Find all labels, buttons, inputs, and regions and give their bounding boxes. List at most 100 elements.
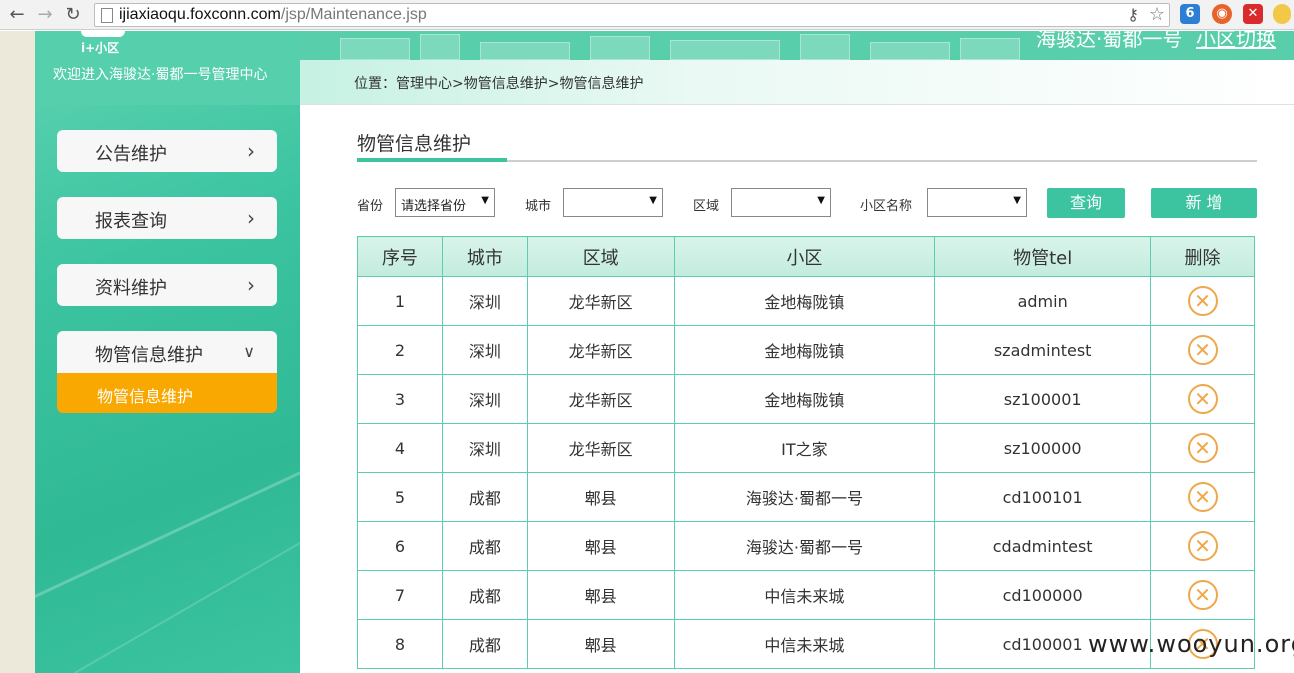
sidebar-item-label: 报表查询 bbox=[95, 211, 167, 232]
url-path: /jsp/Maintenance.jsp bbox=[280, 6, 427, 23]
delete-icon[interactable]: ✕ bbox=[1187, 580, 1218, 610]
add-button[interactable]: 新 增 bbox=[1151, 188, 1257, 218]
row-district: 龙华新区 bbox=[526, 374, 675, 424]
column-header: 物管tel bbox=[934, 236, 1152, 277]
delete-icon[interactable]: ✕ bbox=[1187, 482, 1218, 512]
community-name: 海骏达·蜀都一号 bbox=[1036, 31, 1183, 51]
row-community: 金地梅陇镇 bbox=[673, 276, 936, 326]
table-row: 3 深圳 龙华新区 金地梅陇镇 sz100001 ✕ bbox=[357, 374, 1255, 424]
extension-icon[interactable]: ✕ bbox=[1243, 4, 1263, 24]
address-bar[interactable]: ijiaxiaoqu.foxconn.com/jsp/Maintenance.j… bbox=[94, 3, 1170, 27]
delete-cell: ✕ bbox=[1150, 423, 1255, 473]
row-community: 海骏达·蜀都一号 bbox=[673, 521, 936, 571]
row-tel: cd100000 bbox=[934, 570, 1152, 620]
building-decoration bbox=[960, 38, 1020, 60]
reload-icon[interactable]: ↻ bbox=[62, 4, 84, 26]
sidebar-item-announcements[interactable]: 公告维护 › bbox=[57, 130, 277, 172]
building-decoration bbox=[870, 42, 950, 60]
caret-down-icon: ▼ bbox=[649, 195, 657, 206]
row-district: 郫县 bbox=[526, 472, 675, 522]
row-district: 郫县 bbox=[526, 619, 675, 669]
sidebar: i+小区 欢迎进入海骏达·蜀都一号管理中心 公告维护 › 报表查询 › 资料维护… bbox=[35, 31, 300, 673]
row-city: 深圳 bbox=[441, 325, 528, 375]
welcome-text: 欢迎进入海骏达·蜀都一号管理中心 bbox=[53, 67, 268, 83]
row-city: 成都 bbox=[441, 619, 528, 669]
table-row: 6 成都 郫县 海骏达·蜀都一号 cdadmintest ✕ bbox=[357, 521, 1255, 571]
chevron-down-icon: ∨ bbox=[243, 342, 255, 361]
row-district: 龙华新区 bbox=[526, 276, 675, 326]
row-tel: sz100001 bbox=[934, 374, 1152, 424]
row-index: 7 bbox=[357, 570, 443, 620]
district-label: 区域 bbox=[693, 199, 720, 214]
table-row: 7 成都 郫县 中信未来城 cd100000 ✕ bbox=[357, 570, 1255, 620]
column-header: 城市 bbox=[441, 236, 528, 277]
browser-toolbar: ← → ↻ ijiaxiaoqu.foxconn.com/jsp/Mainten… bbox=[0, 0, 1294, 30]
logo-text: i+小区 bbox=[81, 41, 120, 55]
row-city: 深圳 bbox=[441, 276, 528, 326]
delete-icon[interactable]: ✕ bbox=[1187, 286, 1218, 316]
row-community: 中信未来城 bbox=[673, 619, 936, 669]
row-district: 郫县 bbox=[526, 570, 675, 620]
row-community: IT之家 bbox=[673, 423, 936, 473]
table-header-row: 序号 城市 区域 小区 物管tel 删除 bbox=[357, 236, 1255, 277]
query-button[interactable]: 查询 bbox=[1047, 188, 1125, 218]
delete-icon[interactable]: ✕ bbox=[1187, 531, 1218, 561]
city-label: 城市 bbox=[525, 199, 552, 214]
watermark: www.wooyun.org bbox=[1088, 630, 1294, 658]
delete-cell: ✕ bbox=[1150, 374, 1255, 424]
caret-down-icon: ▼ bbox=[481, 195, 489, 206]
delete-icon[interactable]: ✕ bbox=[1187, 335, 1218, 365]
forward-arrow-icon[interactable]: → bbox=[34, 4, 56, 26]
province-select[interactable]: 请选择省份 ▼ bbox=[395, 188, 495, 217]
extension-icon[interactable] bbox=[1273, 4, 1291, 24]
city-select[interactable]: ▼ bbox=[563, 188, 663, 217]
delete-cell: ✕ bbox=[1150, 472, 1255, 522]
row-district: 郫县 bbox=[526, 521, 675, 571]
switch-community-link[interactable]: 小区切换 bbox=[1196, 31, 1276, 52]
row-city: 深圳 bbox=[441, 374, 528, 424]
top-banner: 海骏达·蜀都一号 小区切换 bbox=[300, 31, 1294, 60]
district-select[interactable]: ▼ bbox=[731, 188, 831, 217]
bookmark-star-icon[interactable]: ☆ bbox=[1149, 4, 1165, 25]
table-row: 5 成都 郫县 海骏达·蜀都一号 cd100101 ✕ bbox=[357, 472, 1255, 522]
column-header: 删除 bbox=[1150, 236, 1255, 277]
sidebar-item-label: 物管信息维护 bbox=[95, 345, 203, 366]
delete-cell: ✕ bbox=[1150, 276, 1255, 326]
row-community: 金地梅陇镇 bbox=[673, 325, 936, 375]
back-arrow-icon[interactable]: ← bbox=[6, 4, 28, 26]
building-decoration bbox=[420, 34, 460, 60]
logo bbox=[81, 31, 125, 37]
row-city: 成都 bbox=[441, 570, 528, 620]
delete-icon[interactable]: ✕ bbox=[1187, 433, 1218, 463]
row-district: 龙华新区 bbox=[526, 423, 675, 473]
breadcrumb-bar: 位置：管理中心>物管信息维护>物管信息维护 bbox=[300, 60, 1294, 105]
table-row: 2 深圳 龙华新区 金地梅陇镇 szadmintest ✕ bbox=[357, 325, 1255, 375]
extension-icon[interactable]: ◉ bbox=[1212, 4, 1232, 24]
province-select-value: 请选择省份 bbox=[401, 199, 467, 214]
row-index: 1 bbox=[357, 276, 443, 326]
column-header: 小区 bbox=[673, 236, 936, 277]
sidebar-item-property-info[interactable]: 物管信息维护 ∨ bbox=[57, 331, 277, 373]
row-city: 深圳 bbox=[441, 423, 528, 473]
chevron-right-icon: › bbox=[247, 206, 255, 230]
row-city: 成都 bbox=[441, 521, 528, 571]
delete-cell: ✕ bbox=[1150, 325, 1255, 375]
breadcrumb: 位置：管理中心>物管信息维护>物管信息维护 bbox=[354, 76, 644, 92]
url-text: ijiaxiaoqu.foxconn.com/jsp/Maintenance.j… bbox=[119, 6, 427, 24]
sidebar-item-materials[interactable]: 资料维护 › bbox=[57, 264, 277, 306]
row-district: 龙华新区 bbox=[526, 325, 675, 375]
community-select[interactable]: ▼ bbox=[927, 188, 1027, 217]
community-name-label: 小区名称 bbox=[860, 199, 913, 214]
extension-icon[interactable]: 6 bbox=[1180, 4, 1200, 24]
row-community: 海骏达·蜀都一号 bbox=[673, 472, 936, 522]
window-edge bbox=[0, 31, 35, 673]
chevron-right-icon: › bbox=[247, 273, 255, 297]
row-tel: cd100101 bbox=[934, 472, 1152, 522]
delete-cell: ✕ bbox=[1150, 570, 1255, 620]
row-community: 中信未来城 bbox=[673, 570, 936, 620]
sidebar-item-reports[interactable]: 报表查询 › bbox=[57, 197, 277, 239]
delete-icon[interactable]: ✕ bbox=[1187, 384, 1218, 414]
row-index: 5 bbox=[357, 472, 443, 522]
sidebar-subitem-property-info[interactable]: 物管信息维护 bbox=[57, 373, 277, 413]
key-icon[interactable]: ⚷ bbox=[1127, 5, 1139, 24]
